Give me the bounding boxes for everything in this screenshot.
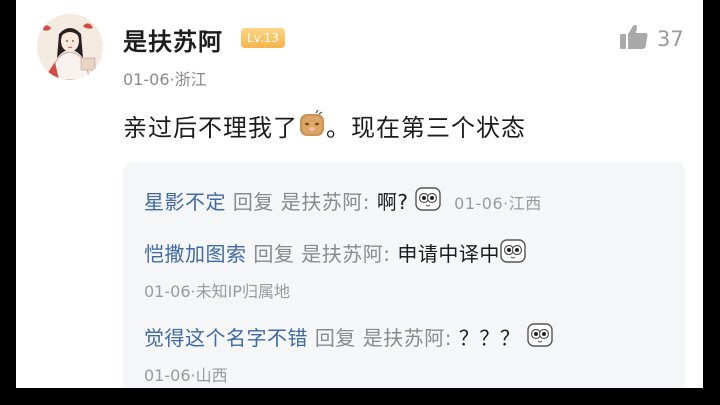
reply-item[interactable]: 恺撒加图索 回复 是扶苏阿: 申请中译中 — [144, 238, 526, 270]
thumbs-up-icon — [619, 23, 649, 56]
reply-text: 啊? — [376, 190, 409, 214]
post-text: 亲过后不理我了 — [123, 114, 298, 142]
post-text-tail: 。现在第三个状态 — [326, 114, 526, 142]
reply-meta: 01-06·山西 — [144, 366, 228, 385]
reply-author[interactable]: 觉得这个名字不错 — [144, 326, 308, 350]
reply-item[interactable]: 觉得这个名字不错 回复 是扶苏阿: ？？？ — [144, 322, 553, 354]
post-content: 亲过后不理我了 。现在第三个状态 — [123, 108, 526, 146]
staring-eyes-emoji — [500, 239, 526, 268]
reply-target[interactable]: 是扶苏阿: — [363, 326, 452, 350]
level-badge: Lv.13 — [241, 28, 285, 48]
reply-verb: 回复 — [253, 242, 295, 266]
reply-verb: 回复 — [314, 326, 356, 350]
reply-target[interactable]: 是扶苏阿: — [301, 242, 390, 266]
comment-card: 是扶苏阿 Lv.13 01-06·浙江 37 亲过后不理我了 。现在第三个状态 … — [16, 0, 703, 388]
reply-meta: 01-06·江西 — [454, 194, 542, 213]
reply-verb: 回复 — [232, 190, 274, 214]
blushing-face-emoji — [298, 109, 326, 144]
reply-author[interactable]: 星影不定 — [144, 190, 226, 214]
staring-eyes-emoji — [415, 187, 442, 216]
reply-text: ？？？ — [458, 326, 521, 350]
like-button[interactable]: 37 — [619, 24, 684, 54]
reply-text: 申请中译中 — [397, 242, 500, 266]
reply-list: 星影不定 回复 是扶苏阿: 啊? 01-06·江西 恺撒加图索 回复 是扶苏阿:… — [123, 162, 685, 388]
reply-meta: 01-06·未知IP归属地 — [144, 282, 290, 301]
username[interactable]: 是扶苏阿 — [123, 22, 223, 57]
staring-eyes-emoji — [527, 323, 553, 352]
avatar-illustration — [37, 14, 103, 80]
reply-target[interactable]: 是扶苏阿: — [281, 190, 370, 214]
post-meta: 01-06·浙江 — [123, 70, 207, 89]
reply-author[interactable]: 恺撒加图索 — [144, 242, 247, 266]
like-count: 37 — [657, 27, 684, 51]
reply-item[interactable]: 星影不定 回复 是扶苏阿: 啊? 01-06·江西 — [144, 186, 542, 218]
user-avatar[interactable] — [37, 14, 103, 80]
